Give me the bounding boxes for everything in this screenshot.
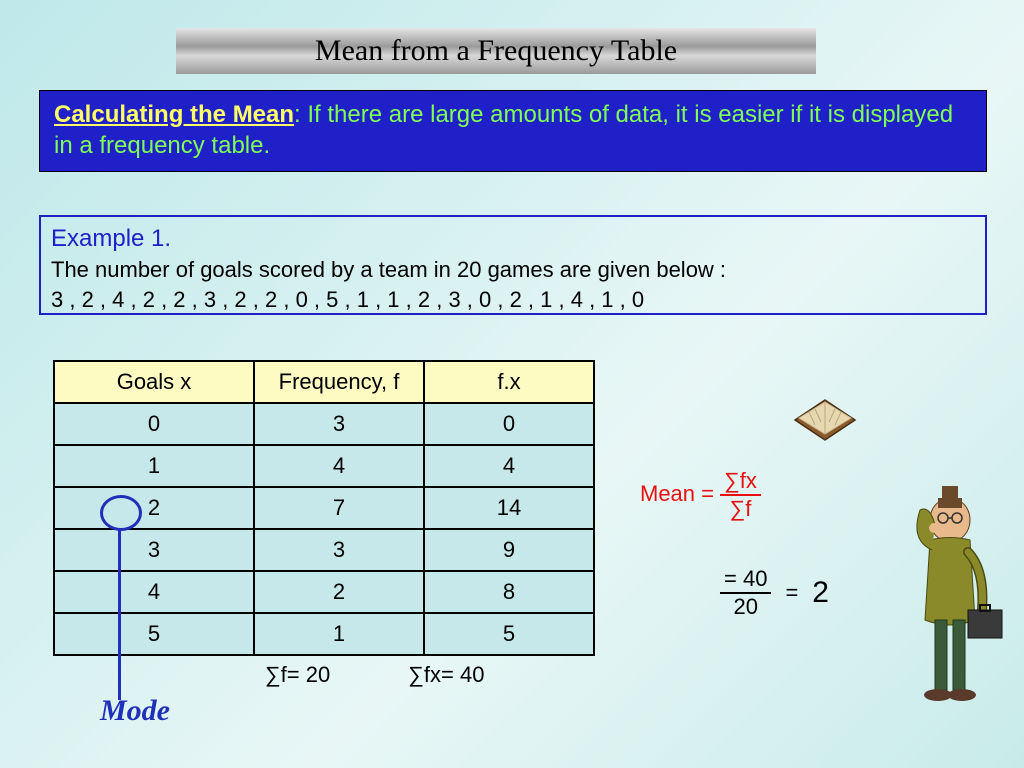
table-row: 030 — [54, 403, 594, 445]
table-header-row: Goals x Frequency, f f.x — [54, 361, 594, 403]
col-header-x: Goals x — [54, 361, 254, 403]
person-illustration-icon — [890, 480, 1010, 720]
mean-result: 2 — [812, 576, 829, 610]
mean-substitution: = 40 20 — [720, 566, 771, 620]
example-heading: Example 1. — [51, 223, 975, 255]
equals-sign: = — [785, 580, 798, 606]
table-row: 428 — [54, 571, 594, 613]
mode-circle-annotation — [100, 495, 142, 531]
sum-fx: ∑fx= 40 — [408, 662, 484, 688]
example-description: The number of goals scored by a team in … — [51, 255, 975, 285]
table-sums: ∑f= 20 ∑fx= 40 — [265, 662, 484, 688]
slide-title: Mean from a Frequency Table — [176, 28, 816, 74]
sum-f: ∑f= 20 — [265, 662, 330, 688]
intro-box: Calculating the Mean: If there are large… — [39, 90, 987, 172]
mode-pointer-line — [118, 530, 121, 700]
example-data: 3 , 2 , 4 , 2 , 2 , 3 , 2 , 2 , 0 , 5 , … — [51, 285, 975, 315]
book-icon — [785, 390, 865, 450]
col-header-f: Frequency, f — [254, 361, 424, 403]
example-box: Example 1. The number of goals scored by… — [39, 215, 987, 315]
mean-formula: ∑fx ∑f — [720, 468, 761, 522]
mean-label: Mean = — [640, 481, 714, 506]
table-row: 515 — [54, 613, 594, 655]
mode-label: Mode — [100, 694, 170, 728]
table-row: 339 — [54, 529, 594, 571]
table-row: 144 — [54, 445, 594, 487]
col-header-fx: f.x — [424, 361, 594, 403]
mean-calculation: Mean = ∑fx ∑f = 40 20 = 2 — [640, 468, 829, 620]
intro-lead: Calculating the Mean — [54, 101, 294, 128]
